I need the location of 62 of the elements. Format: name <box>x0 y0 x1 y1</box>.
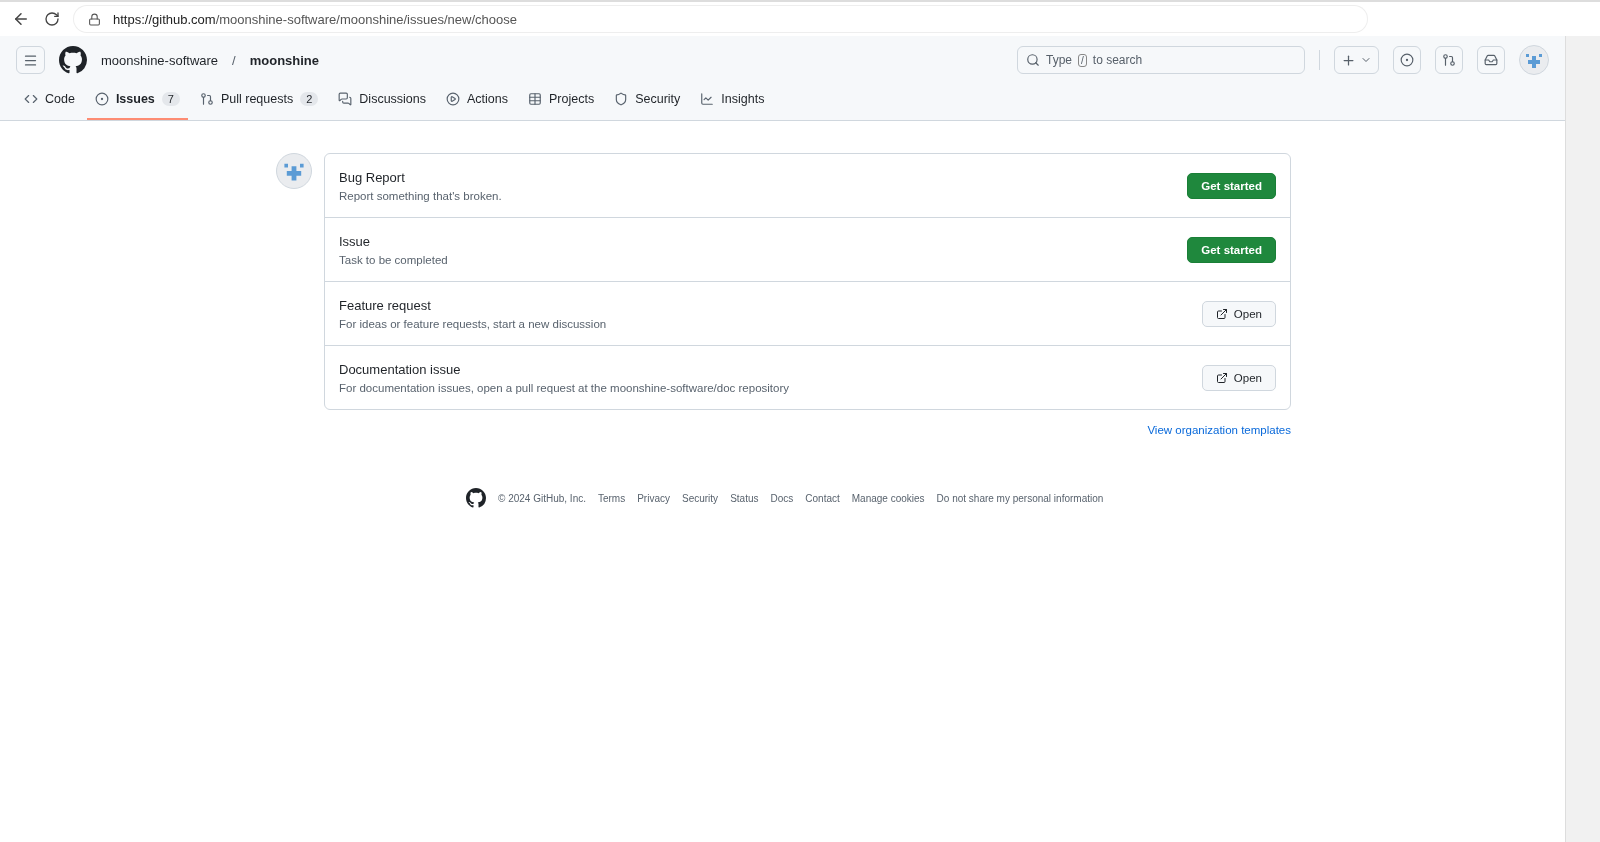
footer-link[interactable]: Terms <box>597 492 626 504</box>
footer-link[interactable]: Docs <box>770 492 794 504</box>
template-description: For ideas or feature requests, start a new discussion <box>339 317 607 330</box>
issues-button[interactable] <box>1393 46 1421 74</box>
back-icon[interactable] <box>12 10 30 28</box>
tab-icon <box>338 92 353 106</box>
repo-link[interactable]: moonshine <box>249 52 320 68</box>
footer-link[interactable]: Do not share my personal information <box>936 492 1104 504</box>
tab-icon <box>199 92 214 106</box>
repo-tab[interactable]: Issues 7 <box>86 84 188 120</box>
lock-icon <box>88 12 101 26</box>
repo-tab[interactable]: Pull requests 2 <box>191 84 327 120</box>
open-button[interactable]: Open <box>1201 300 1276 327</box>
tab-icon <box>446 92 460 106</box>
circle-dot-icon <box>1400 53 1414 67</box>
repo-tab[interactable]: Insights <box>692 84 773 120</box>
footer-link[interactable]: Privacy <box>637 492 670 504</box>
tab-icon <box>24 92 38 106</box>
tab-icon <box>700 92 715 106</box>
open-button[interactable]: Open <box>1201 364 1276 391</box>
url-text: https://github.com/moonshine-software/moonshine/issues/new/choose <box>113 11 517 27</box>
repo-tab[interactable]: Code <box>16 84 83 120</box>
inbox-icon <box>1484 53 1498 67</box>
get-started-button[interactable]: Get started <box>1187 172 1276 199</box>
template-title: Bug Report <box>339 169 406 185</box>
inbox-button[interactable] <box>1477 46 1505 74</box>
footer-link[interactable]: Security <box>682 492 719 504</box>
owner-link[interactable]: moonshine-software <box>101 52 219 68</box>
search-icon <box>1026 53 1040 67</box>
breadcrumb-separator: / <box>232 52 236 68</box>
template-title: Documentation issue <box>339 361 462 377</box>
repo-tab[interactable]: Security <box>606 84 689 120</box>
template-description: Report something that's broken. <box>339 189 502 202</box>
address-bar[interactable]: https://github.com/moonshine-software/moonshine/issues/new/choose <box>74 6 1367 32</box>
footer-link[interactable]: Status <box>730 492 759 504</box>
user-avatar[interactable] <box>1519 45 1549 75</box>
github-logo-icon <box>59 46 87 74</box>
reload-icon[interactable] <box>44 11 60 27</box>
pull-request-icon <box>1442 53 1456 67</box>
tab-icon <box>528 92 542 106</box>
template-description: Task to be completed <box>339 253 448 266</box>
copyright-text: © 2024 GitHub, Inc. <box>498 492 586 504</box>
pull-requests-button[interactable] <box>1435 46 1463 74</box>
tab-icon <box>614 92 629 106</box>
external-link-icon <box>1215 307 1228 320</box>
repo-tab[interactable]: Actions <box>438 84 516 120</box>
repo-tab[interactable]: Projects <box>520 84 603 120</box>
plus-icon <box>1341 52 1356 68</box>
menu-icon <box>23 52 38 68</box>
menu-button[interactable] <box>16 46 45 74</box>
tab-icon <box>94 92 109 106</box>
footer-link[interactable]: Manage cookies <box>851 492 925 504</box>
template-title: Feature request <box>339 297 432 313</box>
footer-link[interactable]: Contact <box>805 492 840 504</box>
template-description: For documentation issues, open a pull request at the moonshine-software/doc repository <box>339 381 790 394</box>
repo-tab[interactable]: Discussions <box>330 84 434 120</box>
org-templates-link[interactable]: View organization templates <box>1147 424 1291 436</box>
github-logo-icon <box>466 488 486 508</box>
get-started-button[interactable]: Get started <box>1187 236 1276 263</box>
external-link-icon <box>1215 371 1228 384</box>
template-title: Issue <box>339 233 372 249</box>
search-field[interactable]: Type / to search <box>1017 46 1305 74</box>
